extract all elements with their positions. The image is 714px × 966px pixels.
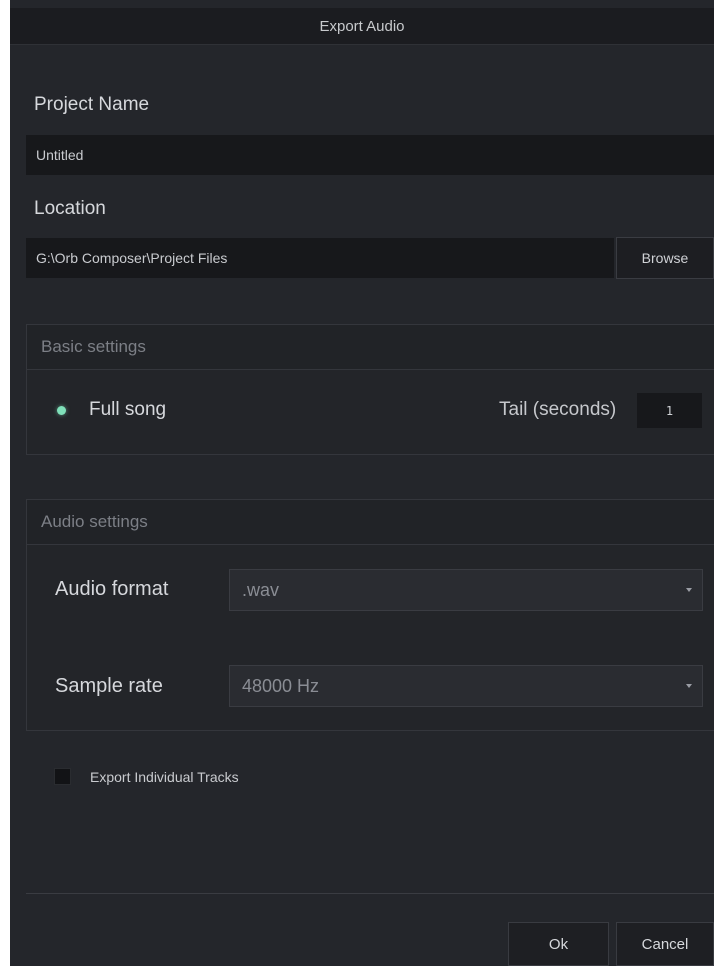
basic-settings-header: Basic settings <box>27 325 714 370</box>
export-audio-dialog: Export Audio Project Name Untitled Locat… <box>10 0 714 966</box>
full-song-row: Full song Tail (seconds) 1 <box>27 369 714 455</box>
location-input[interactable]: G:\Orb Composer\Project Files <box>26 238 614 278</box>
ok-button[interactable]: Ok <box>508 922 609 966</box>
location-label: Location <box>34 198 106 219</box>
export-individual-tracks-label[interactable]: Export Individual Tracks <box>90 769 239 785</box>
dialog-title: Export Audio <box>10 8 714 45</box>
sample-rate-value: 48000 Hz <box>242 675 320 696</box>
tail-seconds-input[interactable]: 1 <box>637 393 702 428</box>
cancel-button[interactable]: Cancel <box>616 922 714 966</box>
project-name-input[interactable]: Untitled <box>26 135 714 175</box>
browse-button[interactable]: Browse <box>616 237 714 279</box>
tail-seconds-label: Tail (seconds) <box>499 399 617 420</box>
basic-settings-panel: Basic settings Full song Tail (seconds) … <box>26 324 714 455</box>
audio-format-select[interactable]: .wav <box>229 569 703 611</box>
footer-divider <box>26 893 714 894</box>
audio-format-value: .wav <box>242 579 280 600</box>
audio-settings-panel: Audio settings Audio format .wav Sample … <box>26 499 714 731</box>
sample-rate-select[interactable]: 48000 Hz <box>229 665 703 707</box>
full-song-label[interactable]: Full song <box>89 399 166 421</box>
chevron-down-icon <box>686 684 692 688</box>
audio-format-label: Audio format <box>55 578 169 600</box>
radio-selected-icon[interactable] <box>57 406 66 415</box>
sample-rate-label: Sample rate <box>55 675 163 697</box>
audio-settings-header: Audio settings <box>27 500 714 545</box>
project-name-label: Project Name <box>34 94 150 115</box>
export-individual-tracks-checkbox[interactable] <box>54 768 71 785</box>
chevron-down-icon <box>686 588 692 592</box>
